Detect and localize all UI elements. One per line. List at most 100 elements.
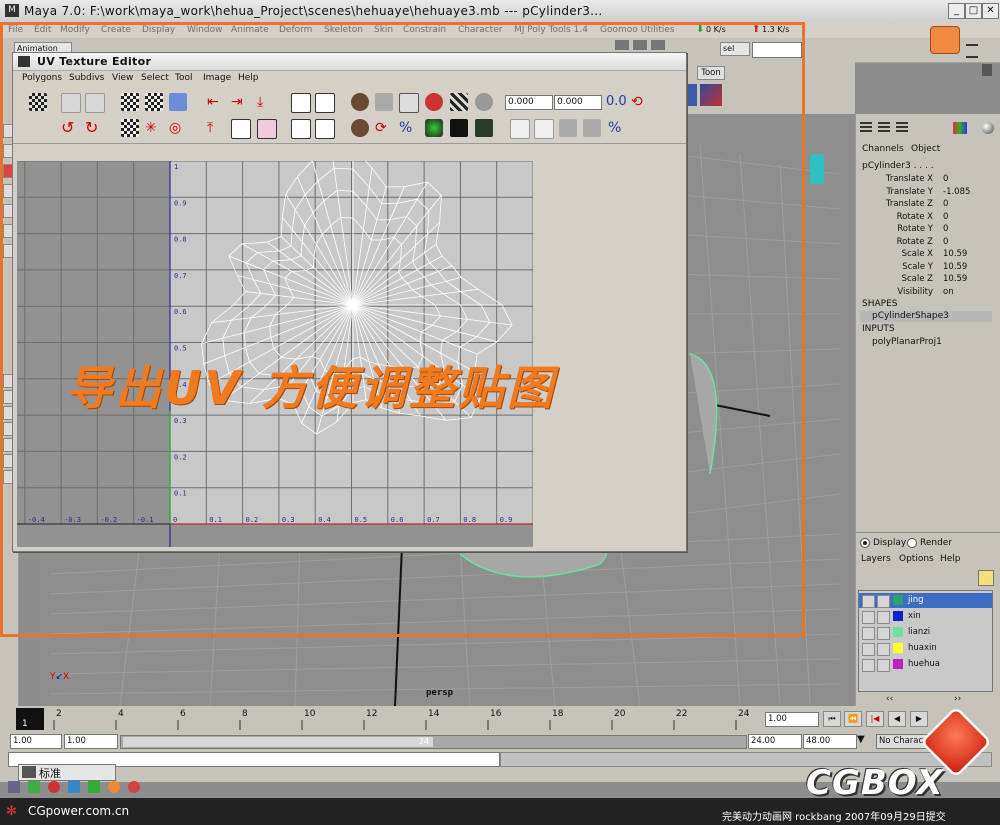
layer-type-checkbox[interactable] [877, 659, 890, 672]
channel-value[interactable]: 0 [943, 174, 948, 184]
layer-visibility-checkbox[interactable] [862, 627, 875, 640]
timeline-tick-label: 20 [614, 709, 626, 719]
timeline-tick-label: 10 [304, 709, 316, 719]
current-frame-field[interactable]: 1.00 [765, 712, 819, 727]
channel-value[interactable]: -1.085 [943, 187, 970, 197]
ime-mode-label: 标准 [39, 767, 61, 780]
tab-channels[interactable]: Channels [862, 144, 904, 154]
playback-start-field[interactable]: 1.00 [64, 734, 118, 749]
timeline-tick-label: 2 [56, 709, 62, 719]
start-time-field[interactable]: 1.00 [10, 734, 62, 749]
layer-visibility-checkbox[interactable] [862, 659, 875, 672]
character-set-dropdown[interactable]: ▼ [857, 734, 871, 748]
step-back-key-button[interactable]: ⏪ [844, 711, 862, 727]
channel-value[interactable]: 0 [943, 212, 948, 222]
highlight-frame [0, 22, 805, 637]
layers-icon[interactable] [953, 122, 967, 134]
ime-toolbar[interactable]: 标准 [18, 764, 116, 781]
channel-value[interactable]: 0 [943, 199, 948, 209]
current-frame-marker: 1 [22, 719, 28, 729]
channel-label[interactable]: Rotate X [856, 212, 933, 222]
minimize-button[interactable]: _ [948, 3, 965, 19]
render-label: Render [920, 538, 953, 548]
channel-label[interactable]: Translate Z [856, 199, 933, 209]
layer-color-swatch[interactable] [893, 595, 903, 605]
tab-object[interactable]: Object [911, 144, 940, 154]
channel-label[interactable]: Scale Z [856, 274, 933, 284]
maximize-button[interactable]: □ [965, 3, 982, 19]
playback-end-field[interactable]: 24.00 [748, 734, 802, 749]
shape-name[interactable]: pCylinderShape3 [860, 311, 992, 322]
layer-list: jing xin lianzi huaxin huehua [858, 590, 993, 692]
range-handle[interactable]: 24 [123, 737, 433, 747]
new-layer-icon[interactable] [978, 570, 994, 586]
layer-menu-layers[interactable]: Layers [861, 554, 891, 564]
cgpower-logo-icon: ✻ [6, 804, 17, 819]
layer-type-checkbox[interactable] [877, 627, 890, 640]
watermark-quick-icons [8, 781, 140, 795]
layer-type-checkbox[interactable] [877, 611, 890, 624]
channel-label[interactable]: Scale X [856, 249, 933, 259]
layer-visibility-checkbox[interactable] [862, 595, 875, 608]
layer-type-checkbox[interactable] [877, 595, 890, 608]
channel-label[interactable]: Rotate Y [856, 224, 933, 234]
layer-color-swatch[interactable] [893, 611, 903, 621]
channel-label[interactable]: Translate X [856, 174, 933, 184]
sphere-icon[interactable] [982, 122, 994, 134]
display-label: Display [873, 538, 907, 548]
layer-scroll-right[interactable]: ›› [954, 694, 961, 704]
step-back-button[interactable]: |◀ [866, 711, 884, 727]
layer-row[interactable]: xin [859, 609, 992, 624]
window-title-bar: M Maya 7.0: F:\work\maya_work\hehua_Proj… [0, 0, 1000, 23]
layer-visibility-checkbox[interactable] [862, 643, 875, 656]
display-radio[interactable] [860, 538, 870, 548]
timeline-tick-label: 8 [242, 709, 248, 719]
layer-row[interactable]: huehua [859, 657, 992, 672]
timeline-ruler: 2 4 6 8 10 12 14 16 18 20 22 24 [16, 708, 750, 730]
channel-value[interactable]: on [943, 287, 954, 297]
shelf-menu-icon[interactable] [966, 44, 978, 58]
layer-menu-help[interactable]: Help [940, 554, 961, 564]
channel-value[interactable]: 10.59 [943, 249, 967, 259]
timeline-tick-label: 22 [676, 709, 687, 719]
go-to-start-button[interactable]: ⏮ [823, 711, 841, 727]
attribute-view-icon[interactable] [878, 122, 890, 134]
layer-name: jing [908, 595, 924, 605]
range-bar[interactable]: 24 [120, 735, 747, 749]
layer-type-checkbox[interactable] [877, 643, 890, 656]
channel-view-icon[interactable] [860, 122, 872, 134]
render-radio[interactable] [907, 538, 917, 548]
play-forward-button[interactable]: ▶ [910, 711, 928, 727]
channel-value[interactable]: 10.59 [943, 262, 967, 272]
channel-value[interactable]: 10.59 [943, 274, 967, 284]
tool-settings-icon[interactable] [896, 122, 908, 134]
overlay-caption: 导出UV 方便调整贴图 [66, 361, 556, 415]
cgbox-logo: CGBOX [806, 763, 944, 803]
layer-color-swatch[interactable] [893, 659, 903, 669]
channel-label[interactable]: Scale Y [856, 262, 933, 272]
channel-value[interactable]: 0 [943, 237, 948, 247]
time-slider[interactable]: 2 4 6 8 10 12 14 16 18 20 22 24 1 1.00 ⏮ ⏪ |◀ ◀ ▶ [0, 706, 1000, 732]
layer-visibility-checkbox[interactable] [862, 611, 875, 624]
layer-color-swatch[interactable] [893, 627, 903, 637]
channel-value[interactable]: 0 [943, 224, 948, 234]
timeline-tick-label: 18 [552, 709, 564, 719]
layer-row[interactable]: lianzi [859, 625, 992, 640]
render-icon[interactable] [930, 26, 960, 54]
end-time-field[interactable]: 48.00 [803, 734, 857, 749]
play-back-button[interactable]: ◀ [888, 711, 906, 727]
range-slider: 1.00 1.00 24 24.00 48.00 ▼ No Charac [0, 732, 1000, 750]
input-name[interactable]: polyPlanarProj1 [872, 337, 942, 347]
object-name[interactable]: pCylinder3 . . . . [862, 161, 934, 171]
channel-label[interactable]: Rotate Z [856, 237, 933, 247]
axis-indicator-icon [810, 154, 824, 184]
layer-row[interactable]: huaxin [859, 641, 992, 656]
channel-label[interactable]: Translate Y [856, 187, 934, 197]
trash-icon[interactable] [982, 64, 992, 76]
layer-menu-options[interactable]: Options [899, 554, 934, 564]
close-button[interactable]: ✕ [982, 3, 999, 19]
channel-label[interactable]: Visibility [856, 287, 933, 297]
layer-row[interactable]: jing [859, 593, 992, 608]
layer-scroll-left[interactable]: ‹‹ [886, 694, 893, 704]
layer-color-swatch[interactable] [893, 643, 903, 653]
